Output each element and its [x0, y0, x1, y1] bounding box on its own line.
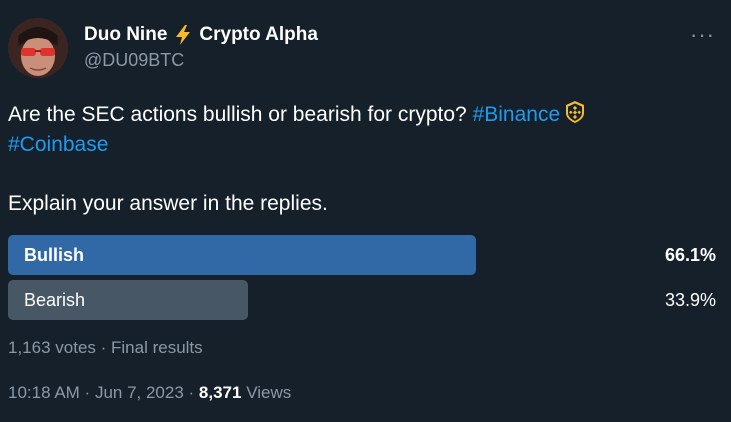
tweet-time[interactable]: 10:18 AM — [8, 383, 80, 402]
separator: · — [183, 383, 199, 402]
views-count: 8,371 — [198, 383, 242, 402]
poll-option-bearish: Bearish 33.9% — [8, 280, 716, 320]
lightning-bolt-icon — [176, 25, 191, 45]
poll-option-percent: 33.9% — [664, 290, 716, 310]
poll-option-label: Bullish — [24, 245, 85, 265]
poll-votes: 1,163 votes — [8, 338, 96, 357]
display-name-suffix[interactable]: Crypto Alpha — [199, 24, 318, 46]
poll-meta: 1,163 votes · Final results — [8, 338, 203, 358]
tweet-text: Are the SEC actions bullish or bearish f… — [8, 100, 708, 160]
display-name[interactable]: Duo Nine — [84, 24, 167, 46]
poll-option-label: Bearish — [24, 290, 86, 310]
tweet-date[interactable]: Jun 7, 2023 — [95, 383, 184, 402]
author-name-row[interactable]: Duo Nine Crypto Alpha — [84, 24, 318, 46]
binance-logo-icon — [566, 101, 585, 124]
tweet-text-line2: Explain your answer in the replies. — [8, 192, 328, 215]
hashtag-binance[interactable]: #Binance — [473, 103, 561, 126]
poll-status: Final results — [111, 338, 203, 357]
separator: · — [79, 383, 95, 402]
tweet-text-line1: Are the SEC actions bullish or bearish f… — [8, 103, 473, 126]
views-label: Views — [246, 383, 292, 402]
poll-option-percent: 66.1% — [664, 245, 716, 265]
author-handle[interactable]: @DU09BTC — [84, 50, 184, 71]
tweet-timestamp-row: 10:18 AM · Jun 7, 2023 · 8,371 Views — [8, 383, 291, 403]
avatar[interactable] — [8, 18, 68, 78]
poll-option-bullish: Bullish 66.1% — [8, 235, 716, 275]
hashtag-coinbase[interactable]: #Coinbase — [8, 133, 108, 156]
more-options-icon[interactable]: ··· — [690, 22, 715, 48]
separator: · — [95, 338, 112, 357]
